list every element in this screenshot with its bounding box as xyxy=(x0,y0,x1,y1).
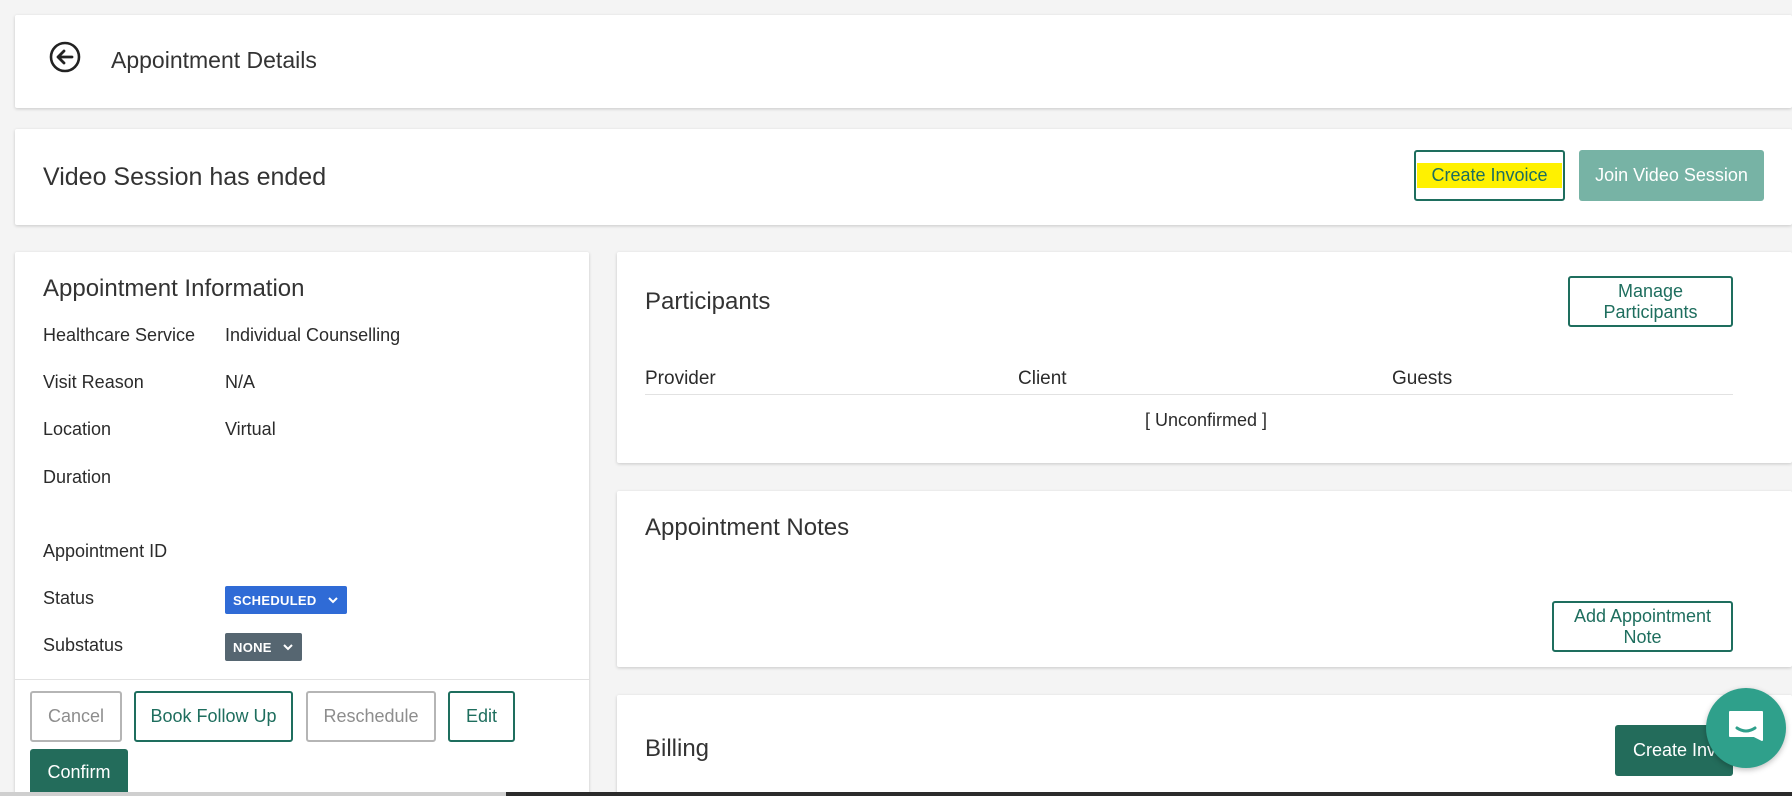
chevron-down-icon xyxy=(283,644,293,651)
visit-reason-value: N/A xyxy=(225,372,256,392)
page-title: Appointment Details xyxy=(111,47,317,73)
status-value: SCHEDULED xyxy=(233,592,317,608)
create-invoice-button[interactable]: Create Invoice xyxy=(1414,150,1565,201)
participants-card: Participants Manage Participants Provide… xyxy=(617,252,1792,463)
billing-card: Billing Create Invoice xyxy=(617,695,1792,796)
appointment-notes-card: Appointment Notes Add Appointment Note xyxy=(617,491,1792,667)
session-status-message: Video Session has ended xyxy=(43,163,327,191)
billing-title: Billing xyxy=(645,735,710,762)
scrollbar-thumb[interactable] xyxy=(506,792,1792,796)
create-invoice-label: Create Invoice xyxy=(1417,163,1562,188)
status-dropdown[interactable]: SCHEDULED xyxy=(225,586,347,614)
healthcare-service-label: Healthcare Service xyxy=(43,325,196,345)
add-appointment-note-button[interactable]: Add Appointment Note xyxy=(1552,601,1733,652)
client-status: [ Unconfirmed ] xyxy=(1144,410,1268,430)
join-video-session-button[interactable]: Join Video Session xyxy=(1579,150,1764,201)
participants-title: Participants xyxy=(645,288,771,315)
session-banner: Video Session has ended Create Invoice J… xyxy=(15,129,1792,225)
reschedule-button[interactable]: Reschedule xyxy=(306,691,436,742)
substatus-value: NONE xyxy=(233,639,272,655)
status-label: Status xyxy=(43,588,95,608)
location-value: Virtual xyxy=(225,419,276,439)
duration-label: Duration xyxy=(43,467,112,487)
back-icon[interactable] xyxy=(49,41,81,73)
appointment-information-card: Appointment Information Healthcare Servi… xyxy=(15,252,589,796)
horizontal-scrollbar[interactable] xyxy=(0,792,1792,796)
chevron-down-icon xyxy=(327,597,338,604)
substatus-dropdown[interactable]: NONE xyxy=(225,633,302,661)
appointment-id-label: Appointment ID xyxy=(43,541,168,561)
visit-reason-label: Visit Reason xyxy=(43,372,144,392)
chat-bubble-icon xyxy=(1729,711,1763,741)
chat-widget-button[interactable] xyxy=(1706,688,1786,768)
guests-column-header: Guests xyxy=(1392,368,1453,389)
substatus-label: Substatus xyxy=(43,635,124,655)
client-column-header: Client xyxy=(1018,368,1067,389)
divider xyxy=(15,679,589,680)
book-follow-up-button[interactable]: Book Follow Up xyxy=(134,691,293,742)
appointment-notes-title: Appointment Notes xyxy=(645,514,850,541)
cancel-button[interactable]: Cancel xyxy=(30,691,122,742)
appointment-information-title: Appointment Information xyxy=(43,275,305,302)
edit-button[interactable]: Edit xyxy=(448,691,515,742)
manage-participants-button[interactable]: Manage Participants xyxy=(1568,276,1733,327)
confirm-button[interactable]: Confirm xyxy=(30,749,128,796)
page-header: Appointment Details xyxy=(15,15,1792,108)
provider-column-header: Provider xyxy=(645,368,716,389)
join-video-session-label: Join Video Session xyxy=(1595,165,1748,185)
location-label: Location xyxy=(43,419,112,439)
healthcare-service-value: Individual Counselling xyxy=(225,325,401,345)
participants-header-divider xyxy=(645,394,1733,395)
